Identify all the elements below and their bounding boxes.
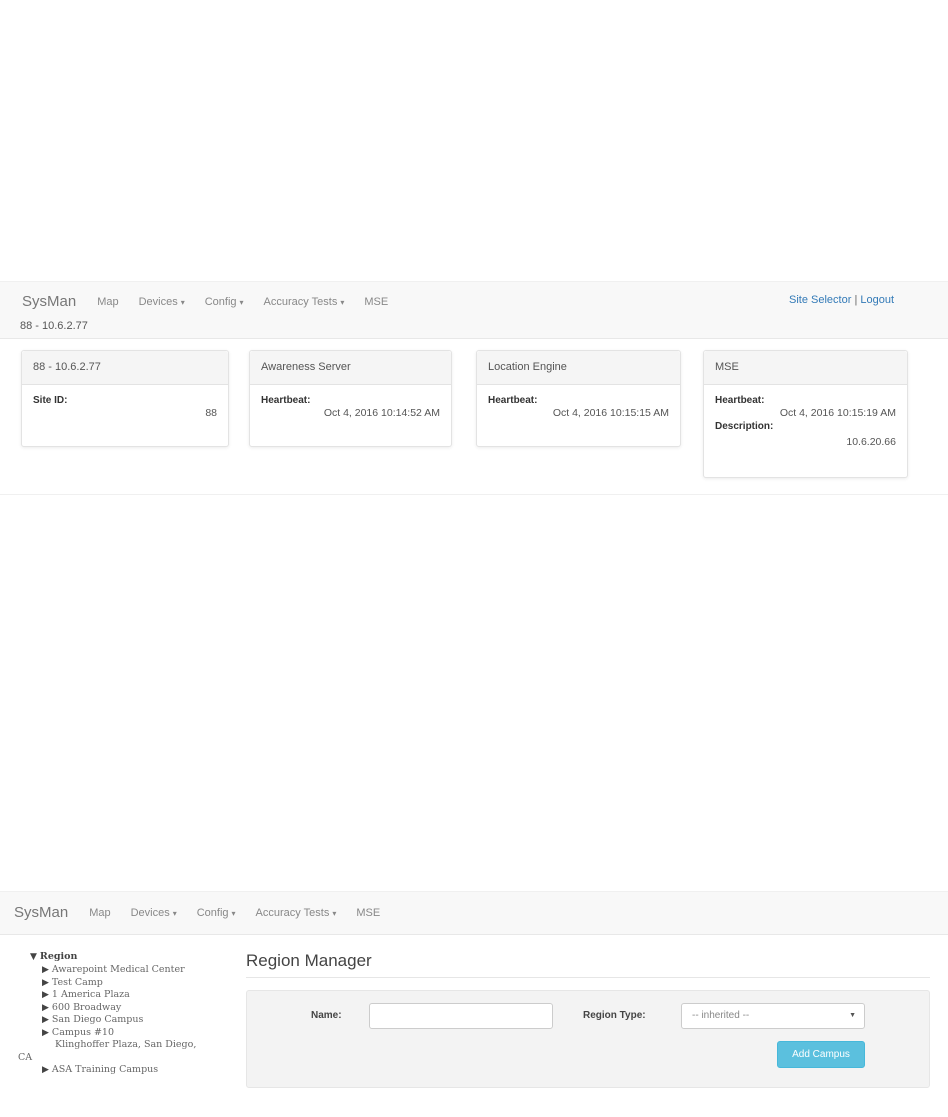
heartbeat-label: Heartbeat: bbox=[261, 395, 311, 406]
heartbeat-label: Heartbeat: bbox=[715, 395, 765, 406]
tree-item[interactable]: ▶ San Diego Campus bbox=[30, 1014, 230, 1027]
collapsed-triangle-icon[interactable]: ▶ bbox=[42, 1028, 49, 1038]
tree-item[interactable]: ▶ 1 America Plaza bbox=[30, 989, 230, 1002]
title-underline bbox=[246, 977, 930, 978]
region-type-selected: -- inherited -- bbox=[692, 1010, 750, 1021]
add-campus-button[interactable]: Add Campus bbox=[777, 1041, 865, 1068]
section-divider bbox=[0, 494, 948, 495]
nav-map[interactable]: Map bbox=[97, 296, 118, 308]
nav-accuracy-tests[interactable]: Accuracy Tests ▾ bbox=[256, 907, 337, 919]
nav-mse[interactable]: MSE bbox=[364, 296, 388, 308]
region-tree: ▼ Region ▶ Awarepoint Medical Center ▶ Test… bbox=[18, 950, 230, 1077]
tree-item-label: Test Camp bbox=[51, 976, 103, 988]
account-links: Site Selector | Logout bbox=[789, 294, 894, 306]
nav-devices[interactable]: Devices ▾ bbox=[131, 907, 177, 919]
tree-item[interactable]: ▶ Campus #10 bbox=[30, 1027, 230, 1040]
site-selector-link[interactable]: Site Selector bbox=[789, 294, 851, 306]
tree-item-detail: CA bbox=[18, 1051, 33, 1063]
collapsed-triangle-icon[interactable]: ▶ bbox=[42, 1015, 49, 1025]
tree-item-label: 600 Broadway bbox=[51, 1001, 122, 1013]
heartbeat-value: Oct 4, 2016 10:15:19 AM bbox=[779, 407, 896, 419]
site-id-value: 88 bbox=[205, 407, 217, 419]
heartbeat-value: Oct 4, 2016 10:14:52 AM bbox=[323, 407, 440, 419]
expanded-triangle-icon[interactable]: ▼ bbox=[30, 952, 37, 962]
nav-config[interactable]: Config ▾ bbox=[205, 296, 244, 308]
nav-config-label: Config bbox=[204, 295, 237, 308]
collapsed-triangle-icon[interactable]: ▶ bbox=[42, 978, 49, 988]
top-navbar: SysMan Map Devices ▾ Config ▾ Accuracy Tes… bbox=[0, 281, 948, 339]
description-label: Description: bbox=[715, 421, 774, 432]
caret-down-icon: ▾ bbox=[340, 297, 345, 307]
card-title: 88 - 10.6.2.77 bbox=[22, 351, 228, 385]
heartbeat-label: Heartbeat: bbox=[488, 395, 538, 406]
caret-down-icon: ▾ bbox=[332, 908, 337, 918]
nav-map[interactable]: Map bbox=[89, 907, 110, 919]
collapsed-triangle-icon[interactable]: ▶ bbox=[42, 965, 49, 975]
name-input[interactable] bbox=[369, 1003, 553, 1029]
name-label: Name: bbox=[311, 1010, 342, 1021]
tree-item-label: Campus #10 bbox=[51, 1026, 115, 1038]
heartbeat-value: Oct 4, 2016 10:15:15 AM bbox=[552, 407, 669, 419]
nav-accuracy-tests-label: Accuracy Tests bbox=[255, 906, 330, 919]
nav-devices-label: Devices bbox=[130, 906, 170, 919]
nav-devices[interactable]: Devices ▾ bbox=[139, 296, 185, 308]
site-card: 88 - 10.6.2.77 Site ID: 88 bbox=[21, 350, 229, 447]
tree-item-label: San Diego Campus bbox=[51, 1014, 144, 1025]
tree-item-detail: Klinghoffer Plaza, San Diego, bbox=[55, 1039, 197, 1050]
logout-link[interactable]: Logout bbox=[860, 294, 894, 306]
collapsed-triangle-icon[interactable]: ▶ bbox=[42, 1065, 49, 1075]
select-arrow-icon: ▼ bbox=[849, 1012, 856, 1019]
card-title: Location Engine bbox=[477, 351, 680, 385]
brand-link[interactable]: SysMan bbox=[22, 293, 76, 310]
brand-link[interactable]: SysMan bbox=[14, 904, 68, 921]
tree-item-label: ASA Training Campus bbox=[51, 1064, 159, 1075]
caret-down-icon: ▾ bbox=[239, 297, 244, 307]
awareness-server-card: Awareness Server Heartbeat: Oct 4, 2016 … bbox=[249, 350, 452, 447]
nav-mse[interactable]: MSE bbox=[356, 907, 380, 919]
description-value: 10.6.20.66 bbox=[846, 436, 896, 448]
tree-root[interactable]: ▼ Region bbox=[30, 950, 230, 964]
link-separator: | bbox=[854, 294, 858, 306]
tree-root-label: Region bbox=[39, 951, 78, 962]
nav-config-label: Config bbox=[196, 906, 229, 919]
mse-card: MSE Heartbeat: Oct 4, 2016 10:15:19 AM D… bbox=[703, 350, 908, 478]
site-id-label: Site ID: bbox=[33, 395, 68, 406]
location-engine-card: Location Engine Heartbeat: Oct 4, 2016 1… bbox=[476, 350, 681, 447]
tree-item-label: 1 America Plaza bbox=[51, 989, 130, 1000]
region-form: Name: Region Type: -- inherited -- ▼ Add… bbox=[246, 990, 930, 1088]
collapsed-triangle-icon[interactable]: ▶ bbox=[42, 990, 49, 1000]
nav-accuracy-tests-label: Accuracy Tests bbox=[263, 295, 338, 308]
region-type-select[interactable]: -- inherited -- ▼ bbox=[681, 1003, 865, 1029]
nav-config[interactable]: Config ▾ bbox=[197, 907, 236, 919]
caret-down-icon: ▾ bbox=[180, 297, 185, 307]
tree-item[interactable]: ▶ ASA Training Campus bbox=[30, 1064, 230, 1077]
caret-down-icon: ▾ bbox=[231, 908, 236, 918]
card-title: Awareness Server bbox=[250, 351, 451, 385]
tree-item-label: Awarepoint Medical Center bbox=[51, 964, 185, 975]
nav-devices-label: Devices bbox=[138, 295, 178, 308]
tree-item[interactable]: ▶ Awarepoint Medical Center bbox=[30, 964, 230, 977]
nav-accuracy-tests[interactable]: Accuracy Tests ▾ bbox=[264, 296, 345, 308]
site-label: 88 - 10.6.2.77 bbox=[20, 320, 88, 332]
tree-item[interactable]: ▶ 600 Broadway bbox=[30, 1002, 230, 1015]
card-title: MSE bbox=[704, 351, 907, 385]
region-type-label: Region Type: bbox=[583, 1010, 646, 1021]
tree-item[interactable]: ▶ Test Camp bbox=[30, 977, 230, 990]
caret-down-icon: ▾ bbox=[172, 908, 177, 918]
bottom-navbar: SysMan Map Devices ▾ Config ▾ Accuracy Tes… bbox=[0, 891, 948, 935]
page-title: Region Manager bbox=[246, 951, 372, 970]
collapsed-triangle-icon[interactable]: ▶ bbox=[42, 1003, 49, 1013]
